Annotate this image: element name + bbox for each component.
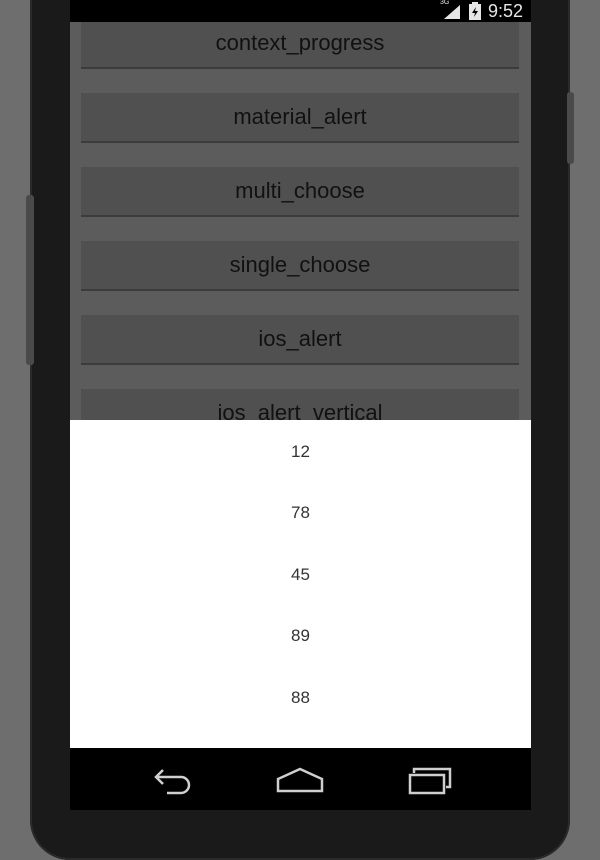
ios-alert-vertical-button[interactable]: ios_alert_vertical: [81, 389, 519, 420]
picker-item[interactable]: 89: [70, 621, 531, 651]
picker-item[interactable]: 12: [70, 437, 531, 467]
signal-icon: 3G: [439, 0, 462, 20]
battery-icon: [468, 2, 482, 20]
picker-item[interactable]: 45: [70, 560, 531, 590]
picker-item[interactable]: 88: [70, 683, 531, 713]
power-key[interactable]: [567, 92, 574, 164]
back-icon[interactable]: [141, 762, 201, 798]
multi-choose-button[interactable]: multi_choose: [81, 167, 519, 217]
status-bar: 3G 9:52: [70, 0, 531, 22]
ios-alert-button[interactable]: ios_alert: [81, 315, 519, 365]
home-icon[interactable]: [270, 762, 330, 798]
clock: 9:52: [487, 0, 523, 21]
material-alert-button[interactable]: material_alert: [81, 93, 519, 143]
screen: 3G 9:52 context_progress material_alert …: [70, 0, 531, 810]
navigation-bar: [70, 748, 531, 810]
context-progress-button[interactable]: context_progress: [81, 22, 519, 69]
recent-apps-icon[interactable]: [400, 762, 460, 798]
demo-button-list: context_progress material_alert multi_ch…: [70, 22, 531, 420]
bottom-sheet-picker: 12 78 45 89 88: [70, 420, 531, 748]
volume-key[interactable]: [26, 195, 34, 365]
picker-item[interactable]: 78: [70, 498, 531, 528]
single-choose-button[interactable]: single_choose: [81, 241, 519, 291]
network-type-label: 3G: [439, 0, 450, 6]
status-icons: 3G 9:52: [439, 0, 523, 22]
